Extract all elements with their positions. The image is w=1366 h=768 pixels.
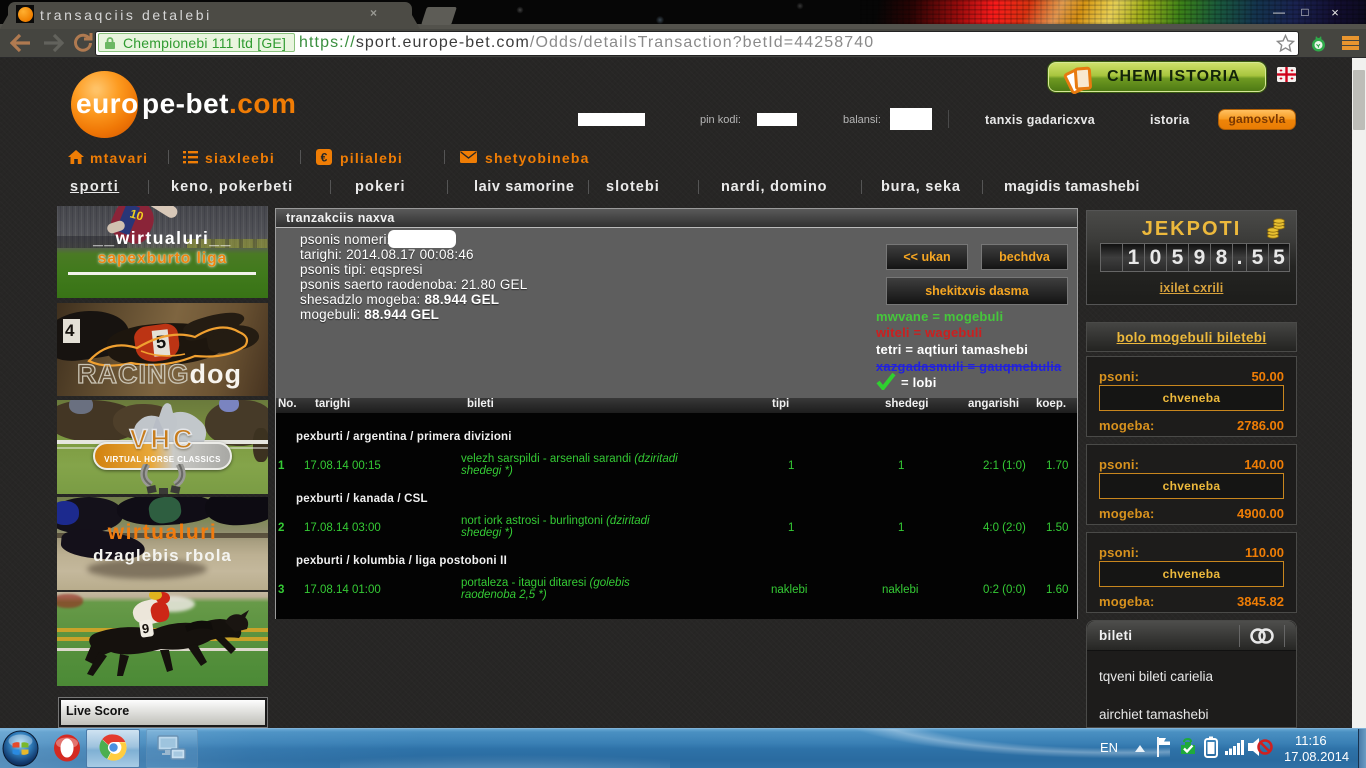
svg-text:€: € [321,151,328,165]
